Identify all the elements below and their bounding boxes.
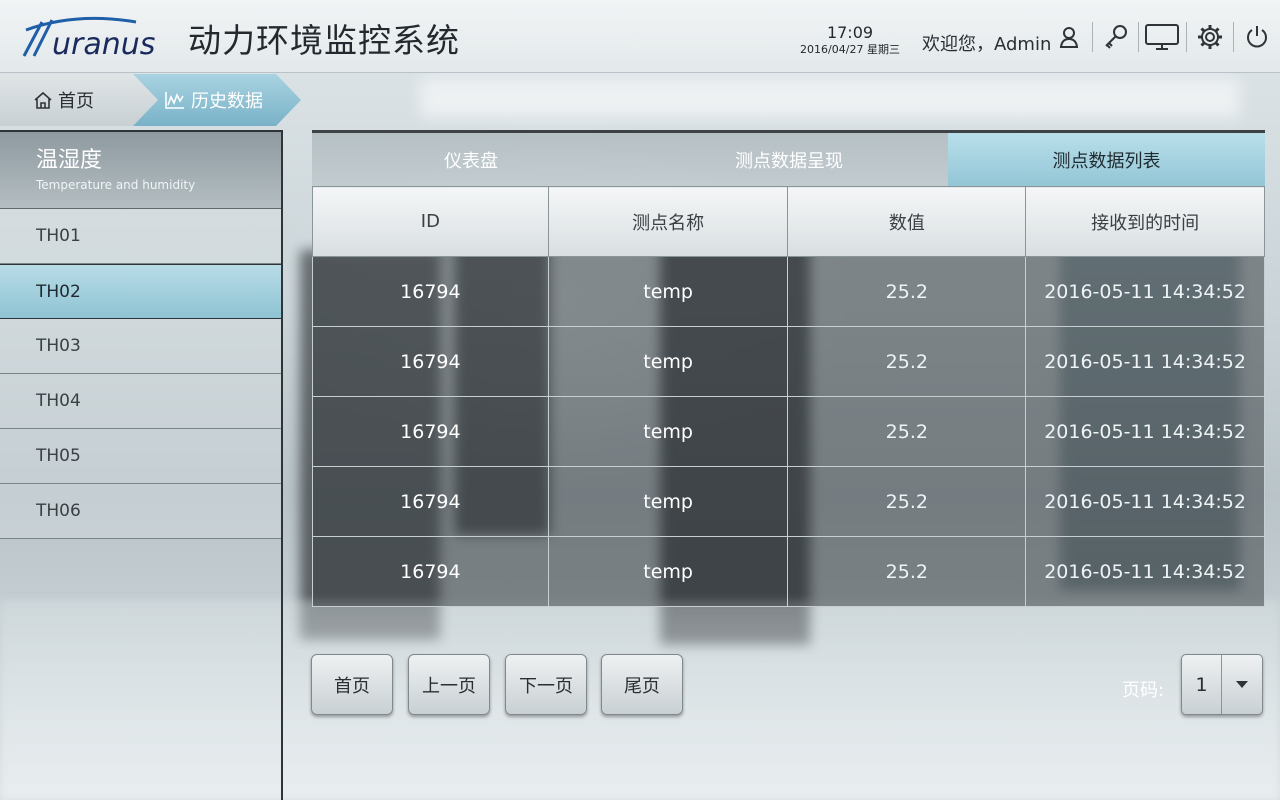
sidebar-item-th03[interactable]: TH03 [0, 319, 281, 374]
sidebar-item-th02[interactable]: TH02 [0, 264, 281, 319]
home-icon [34, 91, 52, 109]
sidebar-header: 温湿度 Temperature and humidity [0, 130, 281, 209]
cell-value: 25.2 [787, 466, 1027, 537]
table-row[interactable]: 16794 temp 25.2 2016-05-11 14:34:52 [312, 326, 1265, 397]
column-header-name[interactable]: 测点名称 [547, 186, 789, 257]
cell-name: temp [547, 326, 789, 397]
first-page-button[interactable]: 首页 [311, 654, 393, 715]
cell-id: 16794 [312, 256, 549, 327]
table-row[interactable]: 16794 temp 25.2 2016-05-11 14:34:52 [312, 256, 1265, 327]
header-separator [1186, 22, 1187, 52]
cell-time: 2016-05-11 14:34:52 [1025, 326, 1265, 397]
sidebar-title: 温湿度 [36, 148, 103, 173]
app-title: 动力环境监控系统 [188, 21, 460, 60]
user-icon[interactable] [1054, 22, 1084, 52]
cell-name: temp [547, 536, 789, 607]
header-separator [1092, 22, 1093, 52]
clock-date: 2016/04/27 星期三 [800, 43, 900, 56]
table-row[interactable]: 16794 temp 25.2 2016-05-11 14:34:52 [312, 396, 1265, 467]
breadcrumb-history-label: 历史数据 [191, 91, 263, 112]
data-table: ID 测点名称 数值 接收到的时间 16794 temp 25.2 2016-0… [312, 186, 1265, 607]
cell-value: 25.2 [787, 326, 1027, 397]
table-row[interactable]: 16794 temp 25.2 2016-05-11 14:34:52 [312, 466, 1265, 537]
sidebar: 温湿度 Temperature and humidity TH01 TH02 T… [0, 130, 283, 800]
header-separator [1233, 22, 1234, 52]
cell-name: temp [547, 256, 789, 327]
sidebar-item-th05[interactable]: TH05 [0, 429, 281, 484]
uranus-logo: uranus [16, 8, 176, 64]
table-header-row: ID 测点名称 数值 接收到的时间 [312, 186, 1265, 257]
column-header-id[interactable]: ID [312, 186, 549, 257]
clock-time: 17:09 [826, 23, 874, 42]
sidebar-subtitle: Temperature and humidity [36, 178, 196, 192]
chart-icon [165, 92, 184, 109]
column-header-value[interactable]: 数值 [787, 186, 1027, 257]
monitor-icon[interactable] [1145, 22, 1179, 52]
table-row[interactable]: 16794 temp 25.2 2016-05-11 14:34:52 [312, 536, 1265, 607]
background-light [420, 78, 1240, 118]
page-label: 页码: [1122, 680, 1165, 701]
column-header-time[interactable]: 接收到的时间 [1025, 186, 1265, 257]
tab-dashboard[interactable]: 仪表盘 [312, 133, 630, 186]
header-separator [1138, 22, 1139, 52]
breadcrumb-history[interactable]: 历史数据 [133, 74, 301, 126]
cell-id: 16794 [312, 466, 549, 537]
svg-text:uranus: uranus [52, 27, 155, 62]
sidebar-item-th04[interactable]: TH04 [0, 374, 281, 429]
prev-page-button[interactable]: 上一页 [408, 654, 490, 715]
cell-time: 2016-05-11 14:34:52 [1025, 536, 1265, 607]
clock: 17:09 2016/04/27 星期三 [790, 24, 910, 57]
tab-bar: 仪表盘 测点数据呈现 测点数据列表 [312, 130, 1265, 186]
breadcrumb-home[interactable]: 首页 [0, 74, 160, 126]
page-select[interactable]: 1 [1181, 654, 1263, 715]
sidebar-item-th06[interactable]: TH06 [0, 484, 281, 539]
cell-time: 2016-05-11 14:34:52 [1025, 466, 1265, 537]
breadcrumb-home-label: 首页 [58, 91, 94, 112]
cell-value: 25.2 [787, 536, 1027, 607]
top-header: uranus 动力环境监控系统 17:09 2016/04/27 星期三 欢迎您… [0, 0, 1280, 73]
cell-id: 16794 [312, 396, 549, 467]
last-page-button[interactable]: 尾页 [601, 654, 683, 715]
key-icon[interactable] [1101, 22, 1131, 52]
power-icon[interactable] [1242, 22, 1272, 52]
cell-time: 2016-05-11 14:34:52 [1025, 396, 1265, 467]
cell-id: 16794 [312, 326, 549, 397]
sidebar-item-th01[interactable]: TH01 [0, 209, 281, 264]
cell-time: 2016-05-11 14:34:52 [1025, 256, 1265, 327]
cell-value: 25.2 [787, 396, 1027, 467]
cell-id: 16794 [312, 536, 549, 607]
gear-icon[interactable] [1195, 22, 1225, 52]
cell-value: 25.2 [787, 256, 1027, 327]
tab-data-presentation[interactable]: 测点数据呈现 [630, 133, 948, 186]
page-select-value: 1 [1182, 655, 1222, 714]
breadcrumb: 首页 历史数据 [0, 74, 310, 126]
cell-name: temp [547, 396, 789, 467]
welcome-text: 欢迎您，Admin [922, 34, 1052, 55]
next-page-button[interactable]: 下一页 [505, 654, 587, 715]
tab-data-list[interactable]: 测点数据列表 [948, 133, 1265, 186]
chevron-down-icon[interactable] [1222, 655, 1262, 714]
cell-name: temp [547, 466, 789, 537]
